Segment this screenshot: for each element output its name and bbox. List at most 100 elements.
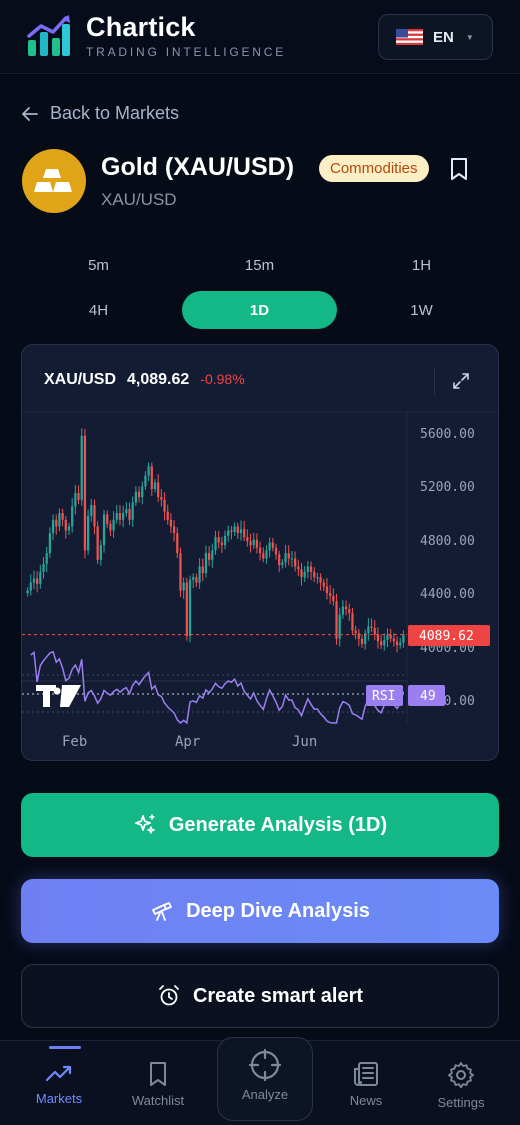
candle-body: [99, 545, 102, 560]
candle-body: [227, 530, 230, 536]
candle-body: [112, 519, 115, 531]
timeframe-15m[interactable]: 15m: [182, 246, 337, 284]
candle-body: [144, 475, 147, 487]
generate-analysis-button[interactable]: Generate Analysis (1D): [21, 793, 499, 857]
tradingview-logo-icon: [36, 685, 81, 707]
candle-body: [150, 466, 153, 490]
bookmark-icon[interactable]: [449, 157, 469, 181]
candle-body: [29, 582, 32, 591]
asset-title: Gold (XAU/USD): [101, 153, 295, 181]
newspaper-icon: [354, 1062, 378, 1086]
candle-body: [262, 553, 265, 559]
bookmark-icon: [150, 1062, 166, 1086]
candle-body: [141, 486, 144, 498]
candle-body: [271, 542, 274, 548]
chart-change: -0.98%: [200, 371, 245, 387]
candle-body: [122, 513, 125, 520]
candle-body: [223, 535, 227, 546]
candle-body: [128, 509, 131, 520]
candle-body: [220, 542, 223, 546]
candle-body: [386, 634, 389, 640]
candle-body: [287, 553, 290, 559]
chevron-down-icon: ▼: [465, 32, 474, 42]
gold-bars-icon: [22, 149, 86, 213]
time-axis-label: Feb: [62, 734, 87, 750]
timeframe-1h[interactable]: 1H: [344, 246, 499, 284]
nav-label: Analyze: [241, 1087, 289, 1102]
candle-body: [344, 606, 348, 610]
candle-body: [348, 609, 351, 614]
nav-label: Markets: [35, 1091, 83, 1106]
brand-tagline: TRADING INTELLIGENCE: [86, 45, 287, 59]
nav-analyze[interactable]: Analyze: [217, 1037, 313, 1121]
candle-body: [192, 577, 195, 580]
back-to-markets-link[interactable]: Back to Markets: [22, 103, 179, 124]
candle-body: [367, 626, 370, 634]
candle-body: [172, 526, 176, 534]
create-alert-button[interactable]: Create smart alert: [21, 964, 499, 1028]
candle-body: [322, 582, 325, 587]
nav-label: News: [349, 1093, 383, 1108]
candle-body: [51, 519, 55, 534]
timeframe-5m[interactable]: 5m: [21, 246, 176, 284]
candle-body: [166, 511, 169, 520]
timeframe-1w[interactable]: 1W: [344, 291, 499, 329]
candle-body: [233, 526, 236, 532]
timeframe-4h[interactable]: 4H: [21, 291, 176, 329]
candle-body: [61, 513, 64, 520]
candle-body: [258, 547, 262, 554]
candle-body: [335, 601, 338, 639]
candle-body: [294, 558, 297, 567]
candle-body: [55, 519, 58, 527]
price-axis-label: 5600.00: [420, 427, 475, 442]
nav-watchlist[interactable]: Watchlist: [106, 1041, 210, 1125]
candle-body: [32, 578, 36, 583]
candle-body: [188, 579, 192, 636]
candle-body: [281, 562, 284, 566]
candle-body: [297, 566, 300, 570]
bottom-navigation: Markets Watchlist Analyze News Settings: [0, 1037, 520, 1125]
language-selector[interactable]: EN ▼: [378, 14, 493, 60]
candle-body: [383, 639, 386, 646]
candle-body: [246, 537, 249, 542]
nav-settings[interactable]: Settings: [409, 1041, 513, 1125]
candle-body: [278, 554, 281, 566]
candle-body: [252, 539, 255, 546]
rsi-label: RSI: [372, 689, 395, 704]
candle-body: [71, 506, 74, 527]
nav-news[interactable]: News: [314, 1041, 418, 1125]
candle-body: [211, 550, 214, 560]
candle-body: [67, 526, 71, 531]
candle-body: [48, 533, 52, 554]
candle-body: [198, 566, 201, 583]
candle-body: [249, 541, 252, 546]
candle-body: [370, 626, 373, 628]
candle-body: [316, 577, 319, 579]
candle-body: [176, 533, 179, 554]
expand-chart-button[interactable]: [434, 367, 470, 395]
candle-body: [306, 566, 309, 572]
candle-body: [163, 499, 166, 512]
last-price-tag-text: 4089.62: [419, 629, 474, 644]
deep-dive-button[interactable]: Deep Dive Analysis: [21, 879, 499, 943]
candle-body: [319, 577, 322, 583]
candle-body: [134, 491, 137, 503]
candle-body: [93, 505, 96, 527]
candle-body: [74, 493, 77, 507]
candle-body: [195, 577, 198, 583]
candle-body: [64, 519, 67, 531]
candle-body: [265, 550, 268, 559]
price-chart[interactable]: 5600.00 5200.00 4800.00 4400.00 4000.00 …: [22, 345, 499, 761]
candle-body: [290, 558, 294, 560]
nav-markets[interactable]: Markets: [7, 1041, 111, 1125]
candle-body: [351, 613, 354, 631]
candle-body: [255, 539, 259, 548]
candle-body: [58, 513, 61, 527]
timeframe-1d[interactable]: 1D: [182, 291, 337, 329]
rsi-value: 49: [420, 689, 436, 704]
candle-body: [402, 634, 405, 643]
alarm-clock-icon: [159, 985, 179, 1006]
telescope-icon: [152, 902, 172, 921]
candle-body: [303, 571, 306, 578]
candle-body: [399, 642, 402, 646]
